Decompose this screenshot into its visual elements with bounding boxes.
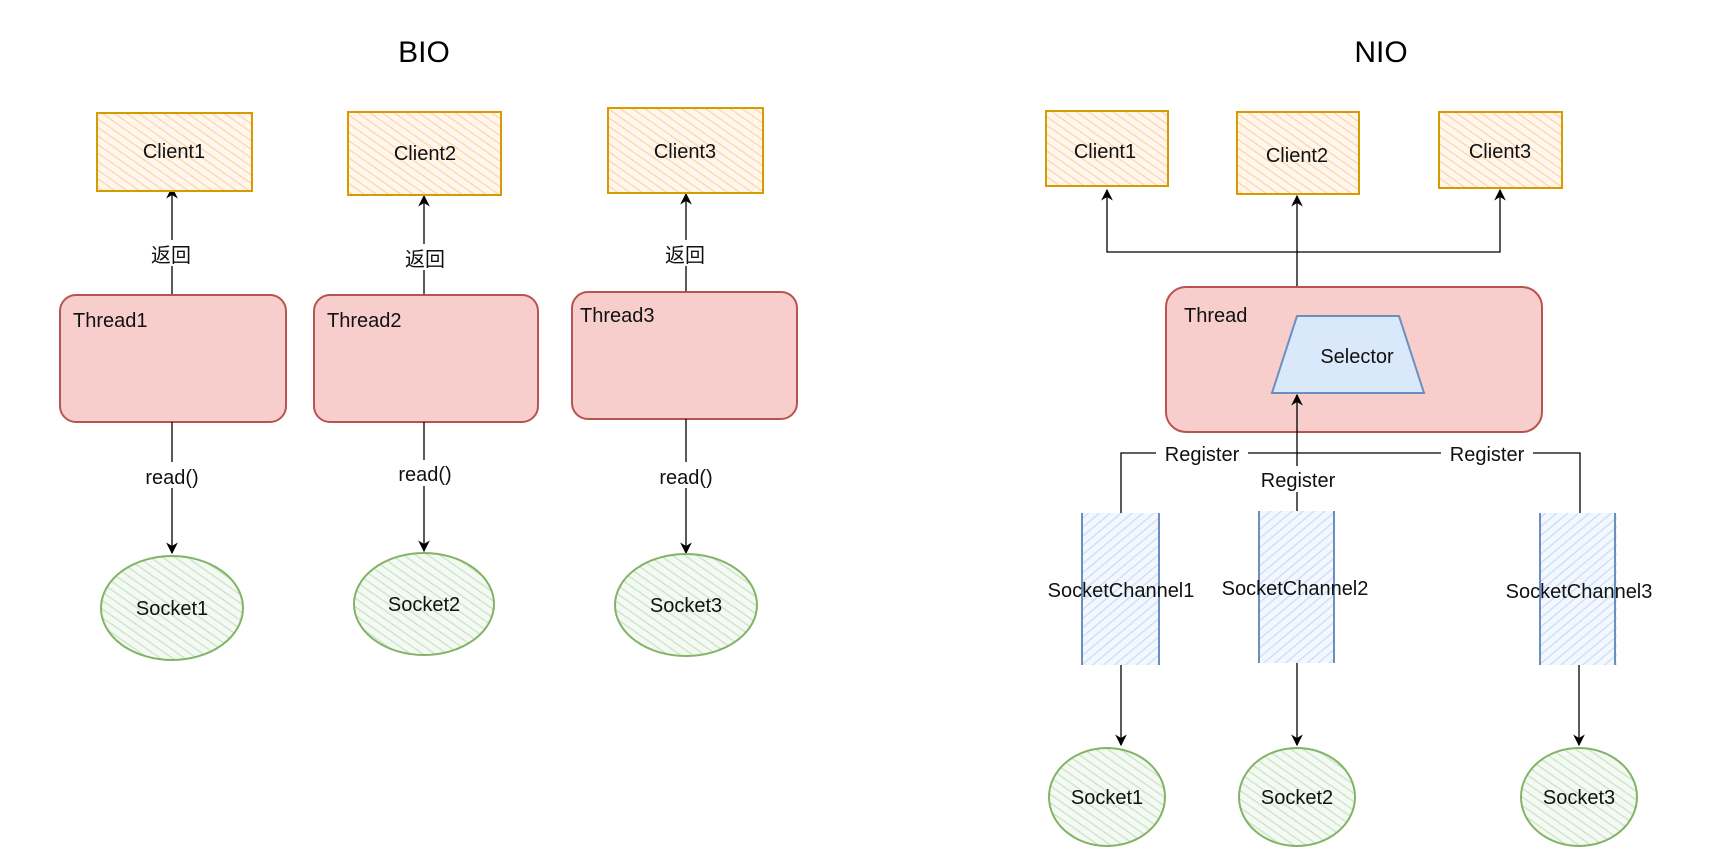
read-label-1: read()	[145, 467, 198, 489]
bio-socket-3-label: Socket3	[650, 595, 722, 617]
selector-to-client-1-edge	[1101, 188, 1297, 253]
selector-to-client-3-edge	[1297, 188, 1506, 253]
bio-client-1-label: Client1	[143, 141, 205, 163]
register-label-2: Register	[1261, 470, 1336, 492]
bio-nio-diagram: BIO 返回 Client1 Thread1 read() Socket1 返回…	[59, 36, 1653, 847]
bio-thread-2-label: Thread2	[327, 310, 402, 332]
bio-client-2-label: Client2	[394, 143, 456, 165]
nio-client-2-label: Client2	[1266, 145, 1328, 167]
bio-client-3-label: Client3	[654, 141, 716, 163]
nio-client-3-label: Client3	[1469, 141, 1531, 163]
bio-title: BIO	[398, 36, 450, 69]
register-label-3: Register	[1450, 444, 1525, 466]
bio-column-1: 返回 Client1 Thread1 read() Socket1	[59, 112, 287, 661]
nio-socket-1-label: Socket1	[1071, 787, 1143, 809]
bio-socket-1-label: Socket1	[136, 598, 208, 620]
socket-channel-1-label: SocketChannel1	[1048, 580, 1195, 602]
nio-title: NIO	[1354, 36, 1407, 69]
nio-socket-3-label: Socket3	[1543, 787, 1615, 809]
bio-column-2: 返回 Client2 Thread2 read() Socket2	[313, 111, 539, 656]
read-label-2: read()	[398, 464, 451, 486]
socket-channel-2-label: SocketChannel2	[1222, 578, 1369, 600]
nio-thread-label: Thread	[1184, 305, 1247, 327]
bio-socket-2-label: Socket2	[388, 594, 460, 616]
return-label-2: 返回	[405, 248, 445, 271]
return-label-1: 返回	[151, 244, 191, 267]
socket-channel-3-label: SocketChannel3	[1506, 581, 1653, 603]
selector-label: Selector	[1320, 346, 1394, 368]
register-label-1: Register	[1165, 444, 1240, 466]
bio-thread-1-label: Thread1	[73, 310, 148, 332]
read-label-3: read()	[659, 467, 712, 489]
bio-column-3: 返回 Client3 Thread3 read() Socket3	[571, 107, 798, 657]
nio-client-1-label: Client1	[1074, 141, 1136, 163]
return-label-3: 返回	[665, 244, 705, 267]
nio-socket-2-label: Socket2	[1261, 787, 1333, 809]
bio-thread-3-label: Thread3	[580, 305, 655, 327]
